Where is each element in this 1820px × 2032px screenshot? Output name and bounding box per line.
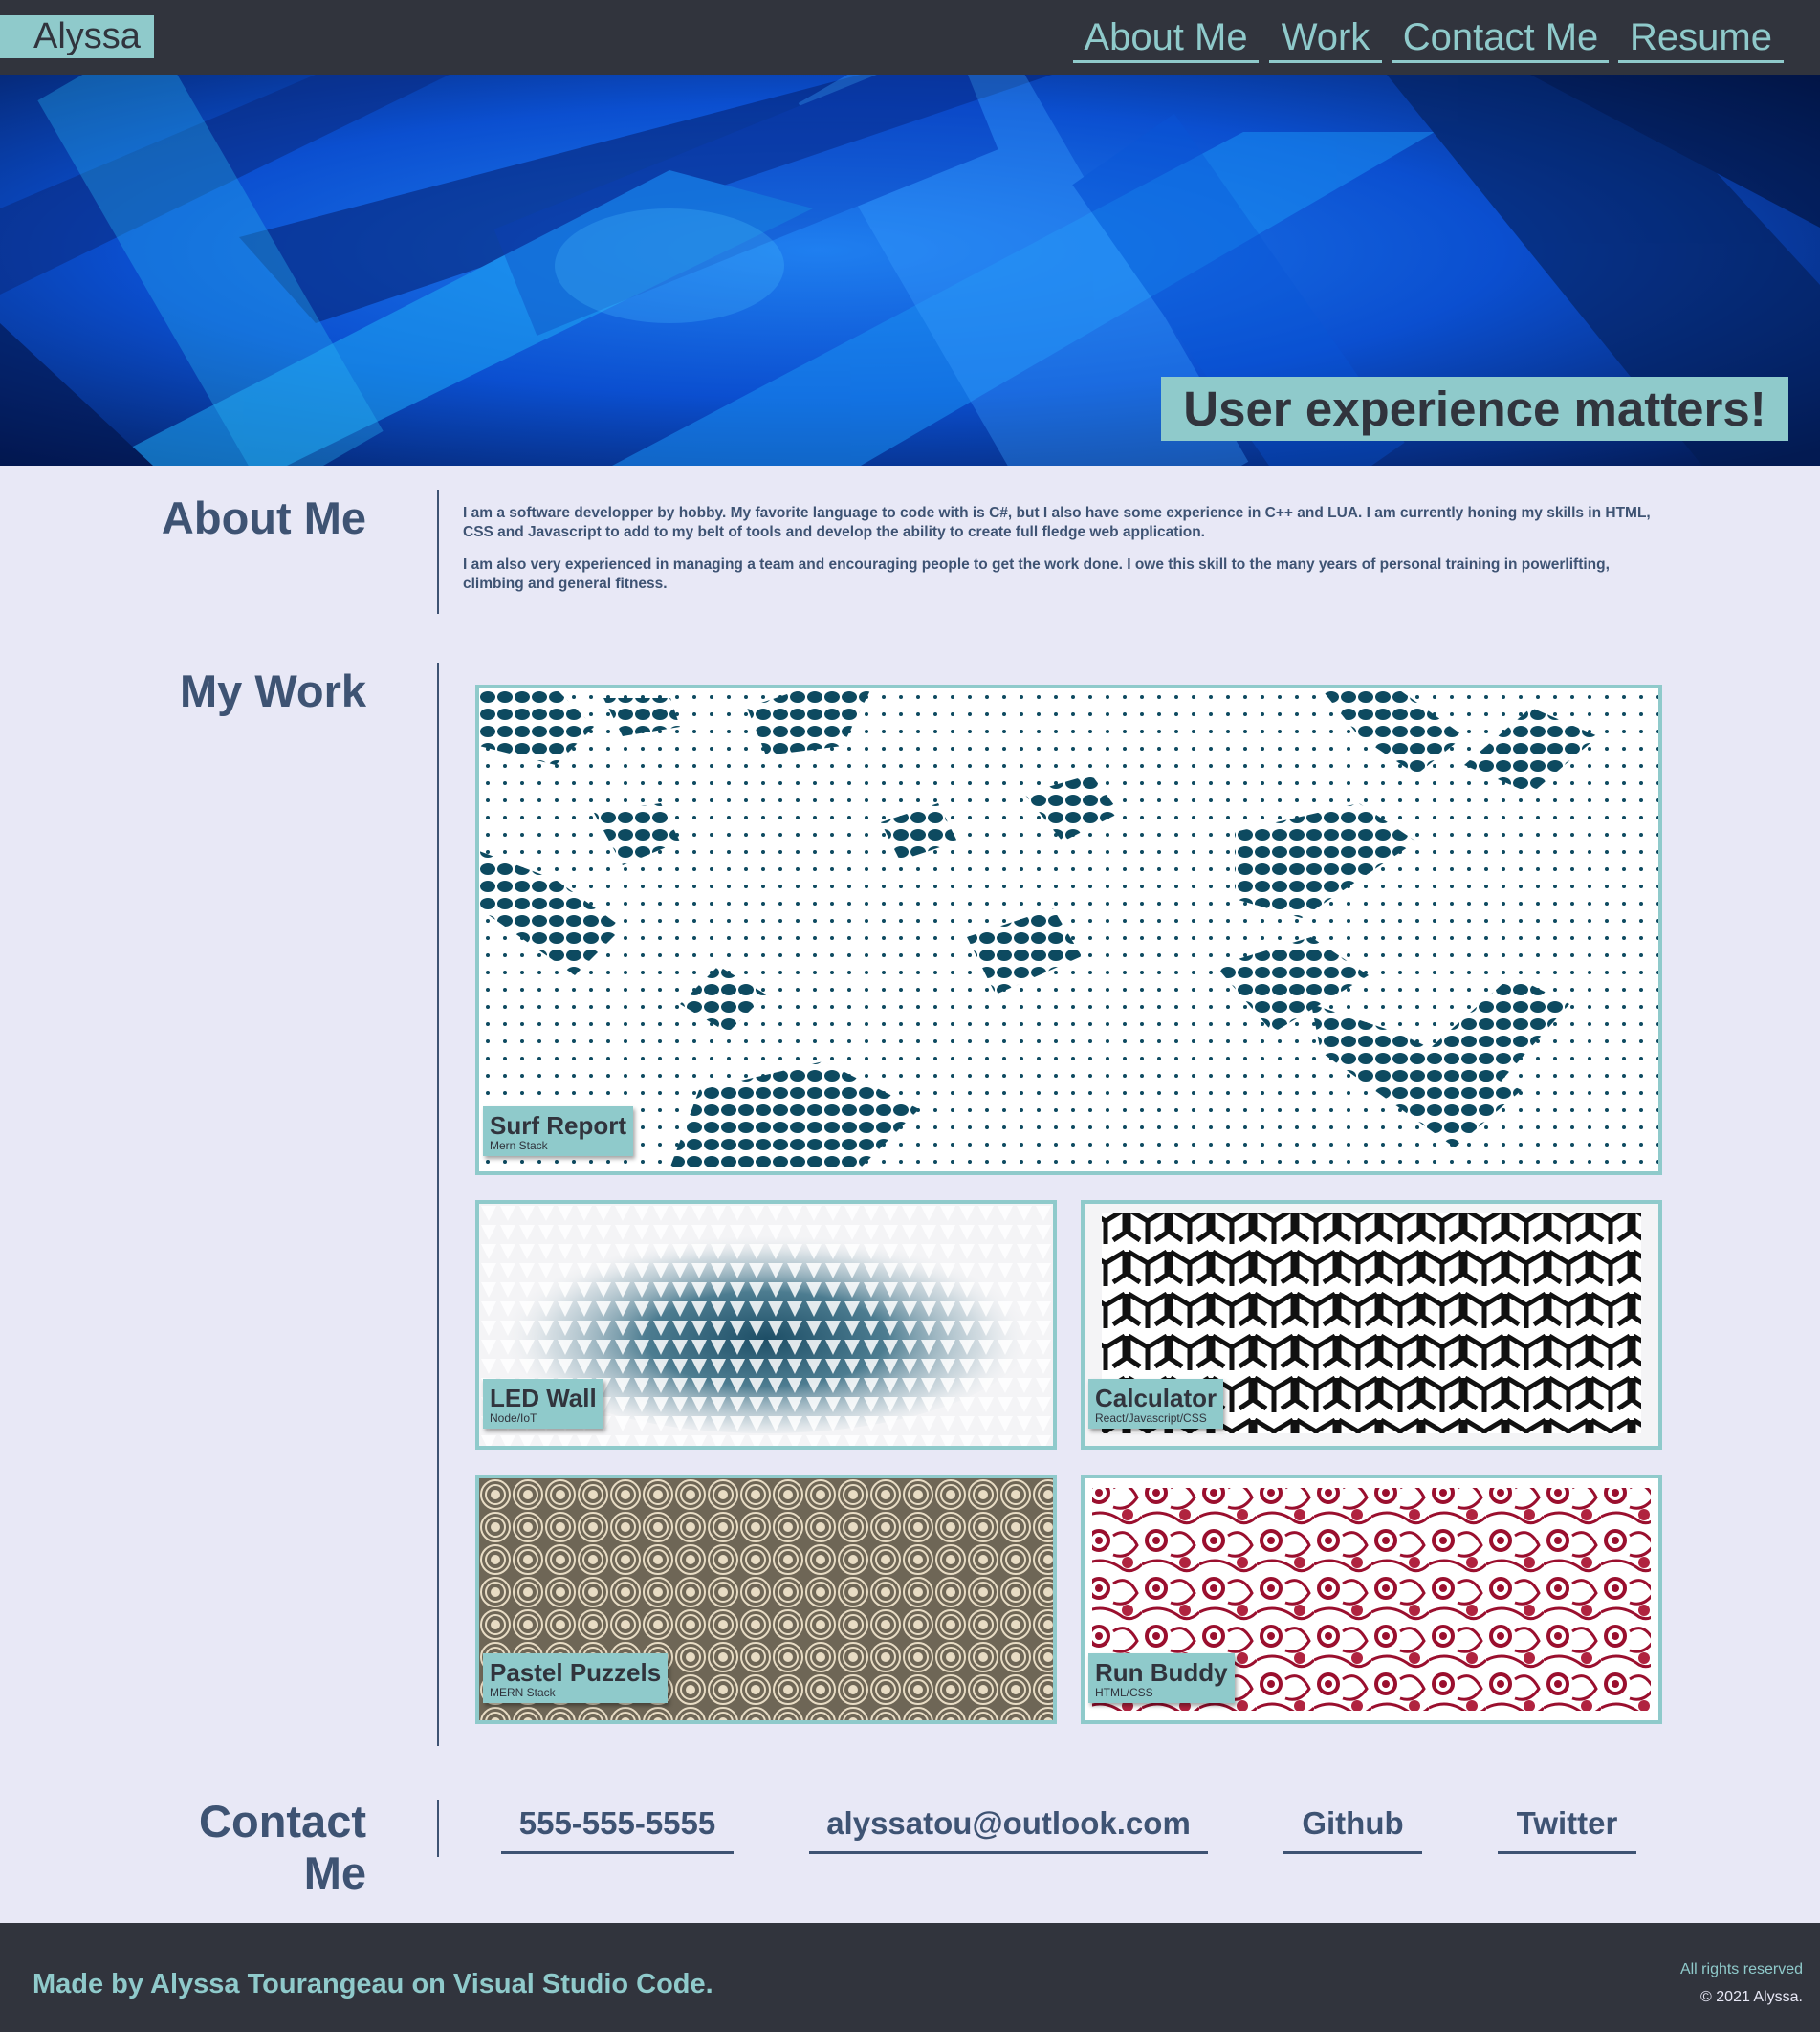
project-title: LED Wall bbox=[490, 1384, 597, 1412]
work-heading: My Work bbox=[180, 666, 366, 716]
contact-github-link[interactable]: Github bbox=[1283, 1800, 1422, 1854]
contact-phone-link[interactable]: 555-555-5555 bbox=[501, 1800, 734, 1854]
project-card-calculator[interactable]: Calculator React/Javascript/CSS bbox=[1081, 1200, 1662, 1450]
project-label: LED Wall Node/IoT bbox=[483, 1379, 603, 1429]
contact-twitter-link[interactable]: Twitter bbox=[1498, 1800, 1636, 1854]
nav-contact-me[interactable]: Contact Me bbox=[1392, 13, 1609, 63]
about-text: I am a software developper by hobby. My … bbox=[463, 504, 1663, 607]
hero-tagline: User experience matters! bbox=[1161, 377, 1788, 441]
footer-rights: All rights reserved bbox=[1679, 1961, 1803, 1977]
footer-credit: Made by Alyssa Tourangeau on Visual Stud… bbox=[33, 1969, 713, 1999]
about-paragraph: I am a software developper by hobby. My … bbox=[463, 505, 1651, 540]
project-stack: Mern Stack bbox=[490, 1139, 548, 1152]
contact-heading-line: Contact bbox=[199, 1796, 366, 1846]
project-stack: MERN Stack bbox=[490, 1686, 556, 1699]
project-title: Calculator bbox=[1095, 1384, 1217, 1412]
project-label: Pastel Puzzels MERN Stack bbox=[483, 1653, 669, 1703]
contact-heading: Contact Me bbox=[79, 1796, 366, 1899]
project-card-led-wall[interactable]: LED Wall Node/IoT bbox=[475, 1200, 1057, 1450]
nav-work[interactable]: Work bbox=[1269, 13, 1382, 63]
about-divider bbox=[437, 490, 439, 614]
project-stack: Node/IoT bbox=[490, 1411, 537, 1425]
nav-resume[interactable]: Resume bbox=[1618, 13, 1784, 63]
project-stack: HTML/CSS bbox=[1095, 1686, 1153, 1699]
footer-copyright: © 2021 Alyssa. bbox=[1700, 1989, 1803, 2005]
project-card-pastel-puzzels[interactable]: Pastel Puzzels MERN Stack bbox=[475, 1475, 1057, 1724]
project-title: Pastel Puzzels bbox=[490, 1658, 662, 1687]
project-stack: React/Javascript/CSS bbox=[1095, 1411, 1207, 1425]
work-divider bbox=[437, 663, 439, 1746]
contact-email-link[interactable]: alyssatou@outlook.com bbox=[809, 1800, 1208, 1854]
project-title: Run Buddy bbox=[1095, 1658, 1228, 1687]
site-logo[interactable]: Alyssa bbox=[0, 15, 154, 58]
about-paragraph: I am also very experienced in managing a… bbox=[463, 557, 1610, 592]
contact-heading-line: Me bbox=[303, 1847, 366, 1898]
about-heading: About Me bbox=[161, 492, 366, 543]
contact-divider bbox=[437, 1800, 439, 1857]
project-label: Surf Report Mern Stack bbox=[483, 1106, 633, 1156]
nav-about-me[interactable]: About Me bbox=[1073, 13, 1259, 63]
project-label: Calculator React/Javascript/CSS bbox=[1088, 1379, 1224, 1429]
project-card-run-buddy[interactable]: Run Buddy HTML/CSS bbox=[1081, 1475, 1662, 1724]
project-card-surf-report[interactable]: Surf Report Mern Stack bbox=[475, 685, 1662, 1175]
project-label: Run Buddy HTML/CSS bbox=[1088, 1653, 1235, 1703]
project-title: Surf Report bbox=[490, 1111, 626, 1140]
surf-report-thumbnail bbox=[479, 688, 1658, 1171]
